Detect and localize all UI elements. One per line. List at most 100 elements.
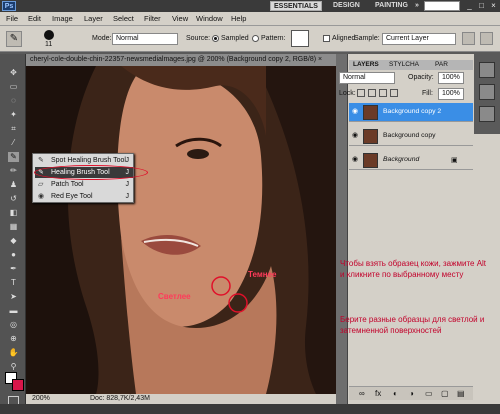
opacity-label: Opacity: (408, 74, 434, 81)
lock-all-icon[interactable] (390, 89, 398, 97)
tab-styles[interactable]: STYLCHA (389, 60, 419, 70)
ignore-adjustment-icon[interactable] (462, 32, 475, 45)
zoom-level[interactable]: 200% (32, 394, 50, 404)
link-layers-icon[interactable]: ∞ (359, 389, 365, 398)
workspace-painting-button[interactable]: PAINTING (372, 1, 411, 11)
layer-name: Background copy 2 (383, 108, 442, 115)
gradient-tool-icon[interactable]: ▦ (8, 222, 19, 232)
title-bar: Ps ESSENTIALS DESIGN PAINTING » _ □ × (0, 0, 500, 12)
pen-tool-icon[interactable]: ✒ (8, 264, 19, 274)
hand-tool-icon[interactable]: ✋ (8, 348, 19, 358)
layers-panel-footer: ∞ fx ◐ ◑ ▭ ▢ ▤ (349, 386, 473, 400)
crop-tool-icon[interactable]: ⌗ (8, 124, 19, 134)
lock-position-icon[interactable] (379, 89, 387, 97)
adjustment-layer-icon[interactable]: ◑ (409, 389, 414, 398)
menu-edit[interactable]: Edit (28, 14, 41, 23)
tab-paragraph[interactable]: PAR (435, 60, 448, 70)
quick-select-tool-icon[interactable]: ✦ (8, 110, 19, 120)
layer-style-icon[interactable]: fx (375, 389, 381, 398)
workspace-design-button[interactable]: DESIGN (330, 1, 363, 11)
layers-panel-icon[interactable] (479, 106, 495, 122)
source-label: Source: (186, 35, 211, 42)
layer-row-background-copy[interactable]: ◉ Background copy (349, 127, 473, 146)
group-icon[interactable]: ▭ (425, 389, 433, 398)
menu-window[interactable]: Window (196, 14, 223, 23)
zoom-tool-icon[interactable]: ⚲ (8, 362, 19, 372)
search-input[interactable] (424, 1, 460, 11)
workspace-more-button[interactable]: » (412, 1, 422, 11)
lock-icon: ▣ (451, 157, 458, 164)
layer-name: Background (383, 156, 420, 163)
instruction-note-2: Берите разные образцы для светлой и зате… (340, 315, 485, 335)
document-tab[interactable]: cheryl-cole-double-chin-22357-newsmedial… (26, 54, 336, 66)
dodge-tool-icon[interactable]: ● (8, 250, 19, 260)
highlight-ellipse (34, 165, 148, 180)
panel-tabs: LAYERS STYLCHA PAR (349, 60, 473, 70)
bottom-strip (0, 404, 500, 414)
minimize-button[interactable]: _ (464, 1, 475, 11)
trash-icon[interactable]: ▤ (457, 389, 465, 398)
flyout-item-label: Patch Tool (51, 181, 84, 188)
menu-layer[interactable]: Layer (84, 14, 103, 23)
sampled-radio[interactable] (212, 35, 219, 42)
workspace-essentials-button[interactable]: ESSENTIALS (270, 1, 322, 11)
eye-icon[interactable]: ◉ (352, 108, 361, 116)
lock-transparency-icon[interactable] (357, 89, 365, 97)
color-panel-icon[interactable] (479, 62, 495, 78)
mode-dropdown[interactable]: Normal (112, 33, 178, 45)
pressure-size-icon[interactable] (480, 32, 493, 45)
aligned-checkbox[interactable] (323, 35, 330, 42)
opacity-input[interactable]: 100% (438, 72, 464, 84)
document-canvas[interactable]: Светлее Темнее (26, 66, 336, 394)
layer-mask-icon[interactable]: ◐ (393, 389, 398, 398)
menu-help[interactable]: Help (231, 14, 246, 23)
menu-view[interactable]: View (172, 14, 188, 23)
3d-rotate-tool-icon[interactable]: ◎ (8, 320, 19, 330)
menu-image[interactable]: Image (52, 14, 73, 23)
red-eye-tool-icon: ◉ (38, 193, 45, 200)
pattern-picker[interactable] (291, 30, 309, 47)
fill-label: Fill: (422, 90, 433, 97)
healing-brush-tool-icon[interactable]: ✎ (8, 152, 19, 162)
path-select-tool-icon[interactable]: ➤ (8, 292, 19, 302)
blend-mode-dropdown[interactable]: Normal (339, 72, 395, 84)
maximize-button[interactable]: □ (476, 1, 487, 11)
background-color-swatch[interactable] (12, 379, 24, 391)
options-bar: ✎ 11 Mode: Normal Source: Sampled Patter… (0, 26, 500, 52)
type-tool-icon[interactable]: T (8, 278, 19, 288)
pattern-radio[interactable] (252, 35, 259, 42)
eraser-tool-icon[interactable]: ◧ (8, 208, 19, 218)
layer-thumbnail (363, 129, 378, 144)
3d-orbit-tool-icon[interactable]: ⊕ (8, 334, 19, 344)
menu-filter[interactable]: Filter (144, 14, 161, 23)
menu-select[interactable]: Select (113, 14, 134, 23)
panel-collapse-strip[interactable] (336, 54, 348, 404)
flyout-item-red-eye[interactable]: ◉ Red Eye Tool J (35, 191, 133, 202)
history-brush-tool-icon[interactable]: ↺ (8, 194, 19, 204)
clone-stamp-tool-icon[interactable]: ♟ (8, 180, 19, 190)
new-layer-icon[interactable]: ▢ (441, 389, 449, 398)
shape-tool-icon[interactable]: ▬ (8, 306, 19, 316)
eye-icon[interactable]: ◉ (352, 132, 361, 140)
toolbox: ✥ ▭ ◌ ✦ ⌗ ⁄ ✎ ✏ ♟ ↺ ◧ ▦ ◆ ● ✒ T ➤ ▬ ◎ ⊕ … (0, 54, 26, 414)
healing-brush-icon[interactable]: ✎ (6, 31, 22, 47)
lock-image-icon[interactable] (368, 89, 376, 97)
move-tool-icon[interactable]: ✥ (8, 68, 19, 78)
flyout-shortcut: J (125, 181, 130, 188)
lasso-tool-icon[interactable]: ◌ (8, 96, 19, 106)
menu-file[interactable]: File (6, 14, 18, 23)
eyedropper-tool-icon[interactable]: ⁄ (8, 138, 19, 148)
blur-tool-icon[interactable]: ◆ (8, 236, 19, 246)
brush-preview-icon[interactable] (44, 30, 54, 40)
sample-dropdown[interactable]: Current Layer (382, 33, 456, 45)
layer-row-background-copy-2[interactable]: ◉ Background copy 2 (349, 103, 473, 122)
fill-input[interactable]: 100% (438, 88, 464, 100)
brush-tool-icon[interactable]: ✏ (8, 166, 19, 176)
layer-row-background[interactable]: ◉ Background ▣ (349, 151, 473, 170)
adjustments-panel-icon[interactable] (479, 84, 495, 100)
close-button[interactable]: × (488, 1, 499, 11)
flyout-item-patch[interactable]: ▱ Patch Tool J (35, 179, 133, 190)
eye-icon[interactable]: ◉ (352, 156, 361, 164)
marquee-tool-icon[interactable]: ▭ (8, 82, 19, 92)
tab-layers[interactable]: LAYERS (353, 60, 379, 70)
